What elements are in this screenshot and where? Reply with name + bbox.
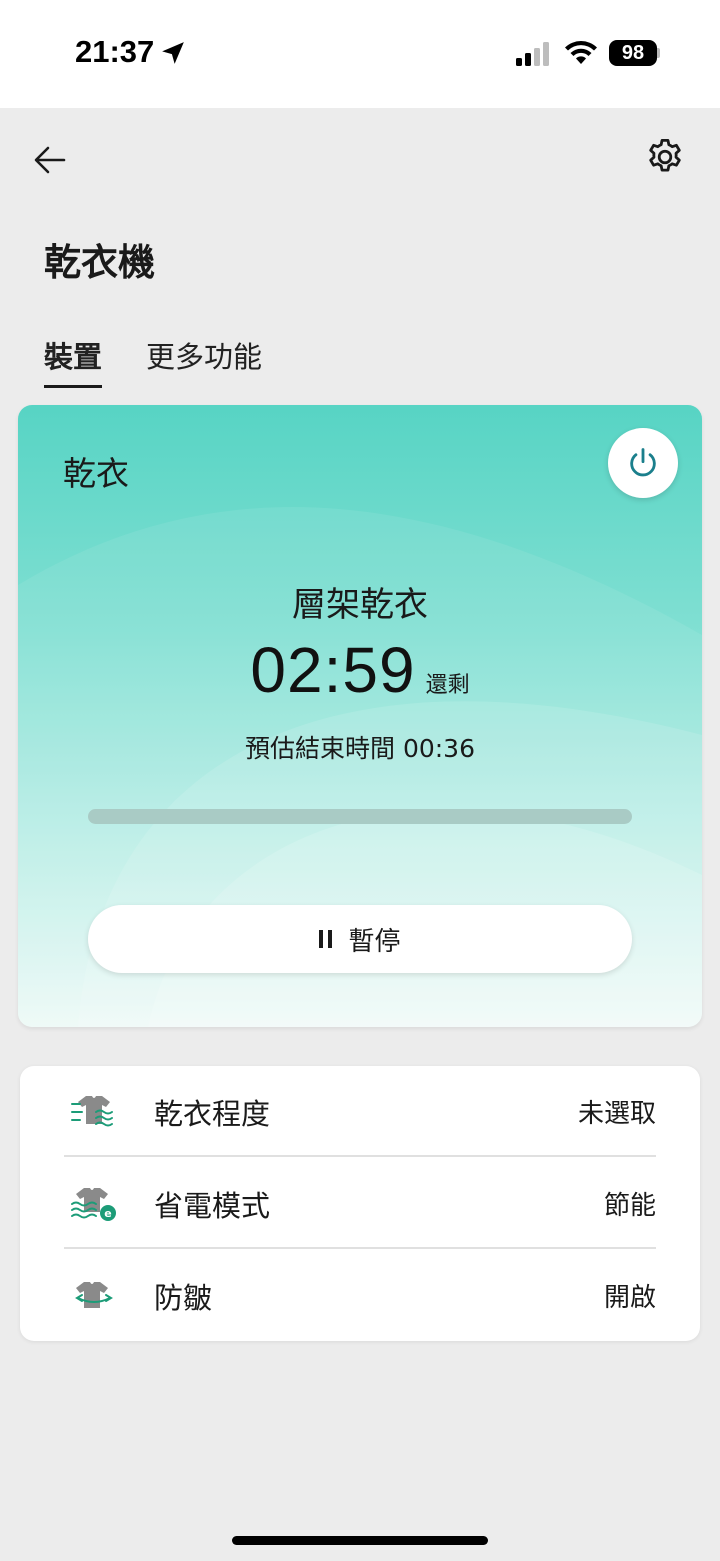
power-icon	[630, 448, 656, 477]
settings-button[interactable]	[642, 134, 688, 180]
gear-icon	[649, 138, 681, 172]
mode-label: 乾衣	[63, 454, 129, 493]
option-value: 未選取	[577, 1099, 656, 1129]
option-dryness-level[interactable]: 乾衣程度 未選取	[64, 1066, 656, 1157]
power-button[interactable]	[608, 428, 678, 498]
option-value: 節能	[603, 1191, 656, 1221]
progress-bar	[88, 809, 632, 824]
pause-button[interactable]: 暫停	[88, 905, 632, 973]
option-anti-wrinkle[interactable]: 防皺 開啟	[64, 1250, 656, 1341]
tab-bar: 裝置 更多功能	[44, 334, 262, 388]
battery-icon: 98	[609, 40, 657, 66]
home-indicator	[232, 1536, 488, 1545]
estimated-end-time: 預估結束時間 00:36	[245, 734, 475, 763]
options-list: 乾衣程度 未選取 e 省電模式 節能 防皺 開啟	[20, 1066, 700, 1341]
back-button[interactable]	[28, 138, 72, 182]
cycle-name: 層架乾衣	[292, 585, 428, 625]
cellular-signal-icon	[516, 42, 549, 66]
page-title: 乾衣機	[44, 241, 155, 284]
wifi-icon	[565, 41, 597, 64]
dryer-status-card: 乾衣 層架乾衣 02:59 還剩 預估結束時間 00:36 暫停	[18, 405, 702, 1027]
anti-wrinkle-icon	[75, 1281, 113, 1308]
time-remaining-row: 02:59 還剩	[18, 633, 702, 707]
pause-label: 暫停	[348, 926, 401, 957]
arrow-left-icon	[34, 146, 66, 174]
status-bar: 21:37 98	[0, 0, 720, 108]
time-remaining: 02:59	[250, 634, 416, 706]
option-label: 防皺	[154, 1280, 213, 1315]
svg-text:e: e	[104, 1207, 111, 1220]
status-time: 21:37	[75, 34, 155, 69]
eco-mode-icon: e	[71, 1187, 116, 1221]
option-value: 開啟	[603, 1283, 656, 1313]
pause-icon	[319, 930, 333, 948]
battery-level: 98	[621, 41, 645, 64]
location-arrow-icon	[162, 42, 184, 64]
remaining-label: 還剩	[425, 673, 470, 698]
option-label: 乾衣程度	[154, 1096, 271, 1131]
option-eco-mode[interactable]: e 省電模式 節能	[64, 1158, 656, 1249]
battery-tip	[657, 48, 660, 58]
tab-more-features[interactable]: 更多功能	[146, 334, 262, 382]
tab-device[interactable]: 裝置	[44, 334, 103, 388]
option-label: 省電模式	[154, 1188, 271, 1223]
dryness-level-icon	[71, 1095, 113, 1126]
